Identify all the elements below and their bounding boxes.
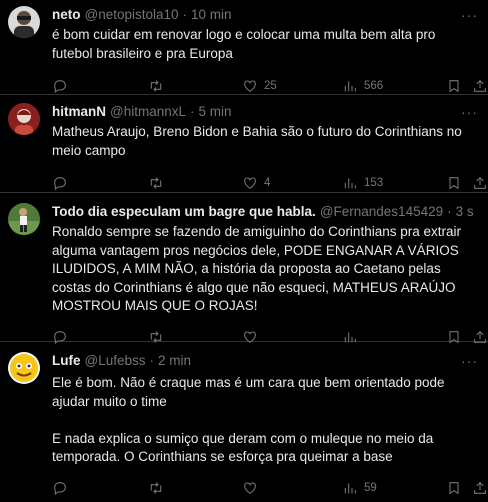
views-count: 566 — [364, 80, 384, 92]
reply-icon — [54, 177, 66, 191]
timestamp[interactable]: 2 min — [158, 352, 191, 370]
reply-button[interactable] — [52, 479, 68, 497]
share-button[interactable] — [472, 77, 488, 95]
tweet[interactable]: neto @netopistola10 · 10 min ··· é bom c… — [0, 0, 488, 95]
more-options-button[interactable]: ··· — [461, 354, 478, 368]
avatar[interactable] — [8, 203, 40, 235]
reply-icon — [54, 80, 66, 94]
heart-icon — [244, 481, 256, 494]
share-button[interactable] — [472, 479, 488, 497]
like-count: 4 — [264, 177, 271, 189]
timestamp[interactable]: 3 s — [456, 203, 474, 221]
bookmark-icon — [449, 177, 459, 190]
timestamp[interactable]: 10 min — [191, 6, 232, 24]
tweet-text: Ele é bom. Não é craque mas é um cara qu… — [52, 375, 445, 464]
tweet-text: Ronaldo sempre se fazendo de amiguinho d… — [52, 224, 461, 313]
retweet-icon — [150, 177, 162, 189]
views-button[interactable]: 59 — [342, 479, 377, 497]
retweet-icon — [150, 481, 162, 494]
bookmark-icon — [449, 80, 459, 93]
bookmark-button[interactable] — [446, 479, 462, 497]
display-name[interactable]: hitmanN — [52, 103, 106, 121]
avatar[interactable] — [8, 6, 40, 38]
reply-button[interactable] — [52, 174, 68, 192]
more-options-button[interactable]: ··· — [461, 8, 478, 22]
user-handle[interactable]: @netopistola10 — [85, 6, 179, 24]
tweet[interactable]: Lufe @Lufebss · 2 min ··· Ele é bom. Não… — [0, 342, 488, 502]
separator: · — [149, 353, 155, 368]
tweet[interactable]: Todo dia especulam um bagre que habla. @… — [0, 193, 488, 344]
views-count: 153 — [364, 177, 384, 189]
tweet-header: neto @netopistola10 · 10 min — [52, 6, 478, 24]
tweet-actions: 25 566 — [52, 77, 486, 97]
tweet-header: Todo dia especulam um bagre que habla. @… — [52, 203, 478, 221]
display-name[interactable]: neto — [52, 6, 81, 24]
separator: · — [190, 104, 195, 119]
retweet-button[interactable] — [148, 174, 164, 192]
tweet-header: hitmanN @hitmannxL · 5 min — [52, 103, 478, 121]
tweet-text: é bom cuidar em renovar logo e colocar u… — [52, 27, 436, 61]
tweet-actions: 59 — [52, 479, 486, 499]
views-count: 59 — [364, 481, 377, 494]
more-options-button[interactable]: ··· — [461, 105, 478, 119]
display-name[interactable]: Lufe — [52, 352, 81, 370]
bookmark-icon — [449, 481, 459, 494]
retweet-icon — [150, 80, 162, 92]
views-icon — [344, 81, 356, 92]
user-handle[interactable]: @hitmannxL — [110, 103, 186, 121]
heart-icon — [244, 177, 256, 189]
user-handle[interactable]: @Fernandes145429 — [320, 203, 443, 221]
like-button[interactable]: 25 — [242, 77, 277, 95]
tweet-actions: 4 153 — [52, 174, 486, 194]
like-button[interactable] — [242, 479, 264, 497]
share-icon — [474, 481, 486, 494]
display-name[interactable]: Todo dia especulam um bagre que habla. — [52, 203, 316, 221]
views-icon — [344, 482, 356, 493]
timeline-feed: neto @netopistola10 · 10 min ··· é bom c… — [0, 0, 488, 502]
timestamp[interactable]: 5 min — [199, 103, 232, 121]
tweet-header: Lufe @Lufebss · 2 min — [52, 352, 478, 370]
retweet-button[interactable] — [148, 77, 164, 95]
separator: · — [447, 204, 452, 219]
user-handle[interactable]: @Lufebss — [85, 352, 146, 370]
share-button[interactable] — [472, 174, 488, 192]
separator: · — [182, 7, 188, 22]
reply-icon — [54, 481, 66, 495]
bookmark-button[interactable] — [446, 77, 462, 95]
bookmark-button[interactable] — [446, 174, 462, 192]
views-button[interactable]: 153 — [342, 174, 383, 192]
avatar[interactable] — [8, 103, 40, 135]
heart-icon — [244, 80, 256, 92]
reply-button[interactable] — [52, 77, 68, 95]
views-button[interactable]: 566 — [342, 77, 383, 95]
like-count: 25 — [264, 80, 277, 92]
tweet-text: Matheus Araujo, Breno Bidon e Bahia são … — [52, 124, 462, 158]
share-icon — [474, 176, 486, 189]
like-button[interactable]: 4 — [242, 174, 270, 192]
avatar[interactable] — [8, 352, 40, 384]
share-icon — [474, 79, 486, 92]
tweet[interactable]: hitmanN @hitmannxL · 5 min ··· Matheus A… — [0, 95, 488, 193]
views-icon — [344, 178, 356, 189]
retweet-button[interactable] — [148, 479, 164, 497]
